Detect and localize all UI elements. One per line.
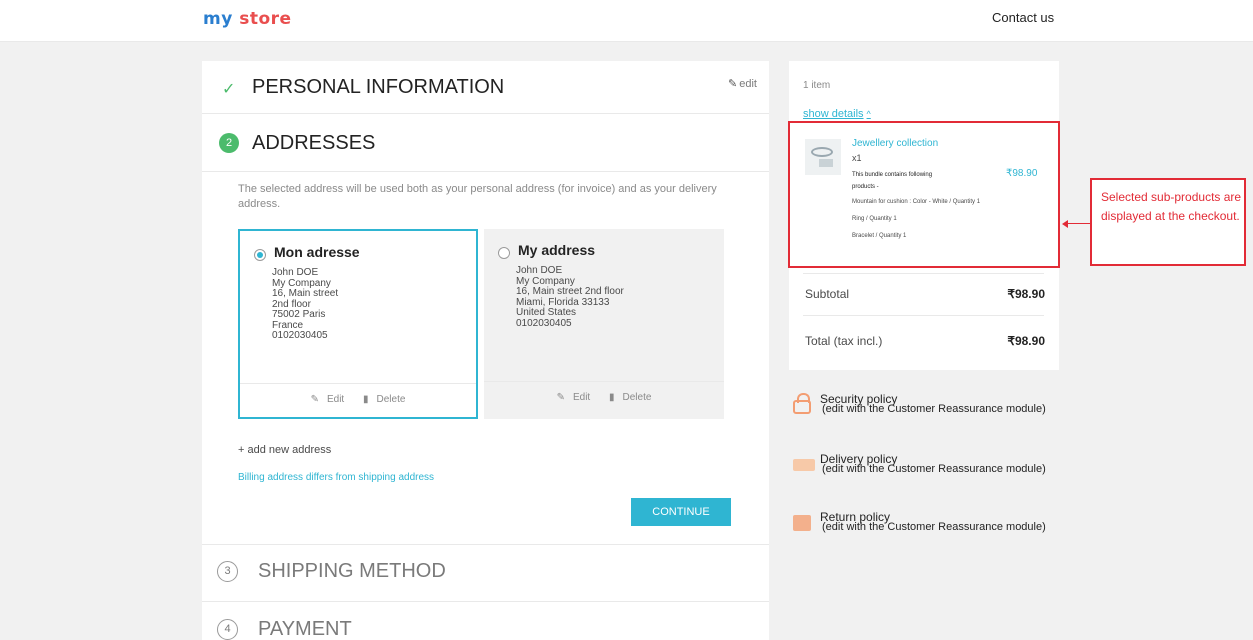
site-header: my store Contact us — [0, 0, 1253, 42]
reassurance-text: (edit with the Customer Reassurance modu… — [822, 463, 1046, 475]
divider — [240, 383, 476, 384]
billing-address-link[interactable]: Billing address differs from shipping ad… — [238, 472, 434, 483]
divider — [803, 315, 1044, 316]
pencil-icon: ✎ — [310, 394, 319, 405]
check-icon: ✓ — [222, 81, 236, 98]
edit-label: Edit — [572, 392, 591, 403]
cart-item-count: 1 item — [803, 80, 831, 91]
reassurance-security: Security policy (edit with the Customer … — [789, 392, 1059, 437]
edit-label: Edit — [326, 394, 345, 405]
reassurance-delivery: Delivery policy (edit with the Customer … — [789, 452, 1059, 497]
divider — [202, 113, 769, 114]
step-number-badge: 4 — [217, 619, 238, 640]
address-card-selected[interactable]: Mon adresse John DOE My Company 16, Main… — [238, 229, 478, 419]
trash-icon: ▮ — [362, 394, 369, 405]
address-radio[interactable] — [498, 247, 510, 259]
step-shipping-method: 3 SHIPPING METHOD — [202, 551, 769, 591]
trash-icon: ▮ — [608, 392, 615, 403]
subtotal-label: Subtotal — [805, 287, 850, 301]
chevron-up-icon: ^ — [866, 109, 871, 119]
show-details-link[interactable]: show details ^ — [803, 108, 871, 120]
address-alias: My address — [518, 242, 596, 258]
divider — [803, 273, 1044, 274]
add-new-address-link[interactable]: + add new address — [238, 444, 331, 456]
step-number-badge: 3 — [217, 561, 238, 582]
divider — [484, 381, 724, 382]
step-addresses: 2 ADDRESSES — [202, 122, 769, 164]
logo-text-store: store — [239, 9, 292, 29]
pencil-icon: ✎ — [556, 392, 565, 403]
divider — [202, 171, 769, 172]
show-details-label: show details — [803, 108, 864, 120]
step-personal-information[interactable]: ✓ PERSONAL INFORMATION ✎ edit — [202, 61, 769, 113]
total-label: Total (tax incl.) — [805, 334, 883, 348]
delete-address-button[interactable]: ▮ Delete — [605, 392, 655, 403]
reassurance-return: Return policy (edit with the Customer Re… — [789, 510, 1059, 555]
step-title: ADDRESSES — [252, 131, 376, 154]
delete-label: Delete — [622, 392, 652, 403]
address-lines: John DOE My Company 16, Main street 2nd … — [516, 265, 624, 329]
step-title: SHIPPING METHOD — [258, 559, 446, 582]
subtotal-value: ₹98.90 — [1007, 287, 1045, 301]
divider — [202, 601, 769, 602]
edit-label: edit — [739, 78, 757, 90]
step-number-badge: 2 — [219, 133, 239, 153]
address-lines: John DOE My Company 16, Main street 2nd … — [272, 267, 339, 341]
edit-address-button[interactable]: ✎ Edit — [553, 392, 595, 403]
reassurance-text: (edit with the Customer Reassurance modu… — [822, 403, 1046, 415]
step-title: PERSONAL INFORMATION — [252, 75, 505, 98]
annotation-arrow-icon — [1062, 220, 1068, 228]
address-radio[interactable] — [254, 249, 266, 261]
address-actions: ✎ Edit ▮ Delete — [484, 392, 724, 403]
delete-label: Delete — [376, 394, 406, 405]
contact-us-link[interactable]: Contact us — [992, 10, 1054, 25]
checkout-steps: ✓ PERSONAL INFORMATION ✎ edit 2 ADDRESSES… — [202, 61, 769, 640]
store-logo[interactable]: my store — [203, 9, 292, 29]
annotation-arrow-line — [1064, 223, 1090, 224]
address-actions: ✎ Edit ▮ Delete — [240, 394, 476, 405]
divider — [202, 544, 769, 545]
step-title: PAYMENT — [258, 617, 352, 640]
annotation-highlight-box — [788, 121, 1060, 268]
edit-personal-link[interactable]: ✎ edit — [728, 77, 757, 90]
address-intro-text: The selected address will be used both a… — [238, 183, 717, 210]
step-payment: 4 PAYMENT — [202, 609, 769, 640]
edit-address-button[interactable]: ✎ Edit — [307, 394, 349, 405]
logo-text-my: my — [203, 9, 233, 29]
reassurance-text: (edit with the Customer Reassurance modu… — [822, 521, 1046, 533]
annotation-callout: Selected sub-products are displayed at t… — [1090, 178, 1246, 266]
total-value: ₹98.90 — [1007, 334, 1045, 348]
continue-button[interactable]: CONTINUE — [631, 498, 731, 526]
address-card[interactable]: My address John DOE My Company 16, Main … — [484, 229, 724, 419]
pencil-icon: ✎ — [728, 78, 738, 90]
address-alias: Mon adresse — [274, 244, 360, 260]
delete-address-button[interactable]: ▮ Delete — [359, 394, 409, 405]
